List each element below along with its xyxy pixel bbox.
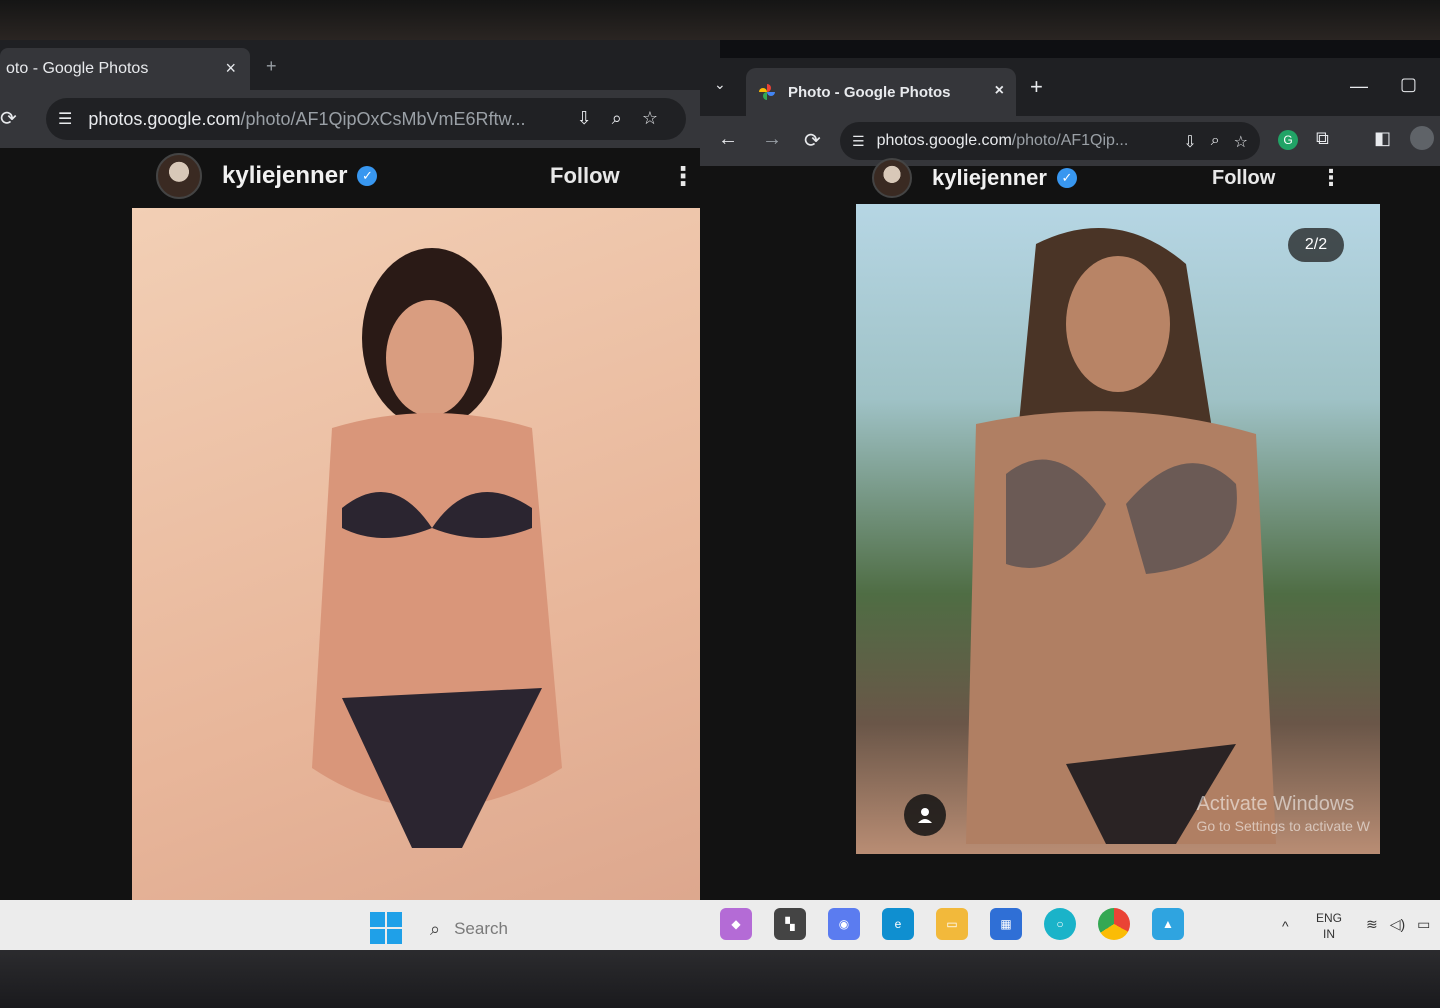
lang-code: ENG [1316,911,1343,925]
watermark-title: Activate Windows [1196,793,1355,815]
install-app-icon[interactable]: ⇩ [1183,132,1196,152]
tab-strip: oto - Google Photos × + [0,40,720,90]
username[interactable]: kyliejenner [932,165,1047,191]
activate-windows-watermark: Activate Windows Go to Settings to activ… [1196,793,1370,834]
page-content: kyliejenner ✓ Follow ⋮ 2/2 Activate Wind… [700,158,1440,958]
url-path: /photo/AF1QipOxCsMbVmE6Rftw... [240,108,526,129]
forward-arrow-icon[interactable]: → [762,128,782,151]
photos-app-icon[interactable]: ▲ [1152,908,1184,940]
url-text: photos.google.com/photo/AF1QipOxCsMbVmE6… [88,109,525,130]
google-photos-icon [759,84,775,100]
post-header: kyliejenner ✓ Follow ⋮ [872,158,1342,198]
browser-window-left: oto - Google Photos × + ⟳ ☰ photos.googl… [0,40,724,948]
back-arrow-icon[interactable]: ← [718,128,738,151]
tagged-user-icon[interactable] [904,794,946,836]
star-icon[interactable]: ☆ [642,108,658,129]
copilot-icon[interactable]: ◆ [720,908,752,940]
windows-start-icon[interactable] [370,912,402,944]
star-icon[interactable]: ☆ [1234,132,1248,152]
photo-of-screen: oto - Google Photos × + ⟳ ☰ photos.googl… [0,0,1440,1008]
tab-google-photos[interactable]: oto - Google Photos × [0,48,250,90]
tab-title: oto - Google Photos [6,60,149,77]
follow-button[interactable]: Follow [1212,167,1275,190]
browser-window-right: ⌄ Photo - Google Photos × + — ▢ ← → ⟳ ☰ [700,58,1440,958]
wifi-icon[interactable]: ≋ [1366,916,1378,933]
avatar[interactable] [872,158,912,198]
room-background [0,0,1440,40]
chevron-up-icon[interactable]: ^ [1282,918,1289,934]
url-domain: photos.google.com [876,132,1012,149]
chat-icon[interactable]: ◉ [828,908,860,940]
new-tab-button[interactable]: + [266,56,277,77]
region-code: IN [1323,927,1335,941]
tab-title: Photo - Google Photos [788,83,951,101]
chrome-icon[interactable] [1098,908,1130,940]
zoom-icon[interactable]: ⌕ [1211,132,1220,152]
monitor-bezel [0,950,1440,1008]
grammarly-extension-icon[interactable]: G [1278,130,1298,150]
address-bar[interactable]: ☰ photos.google.com/photo/AF1Qip... ⇩ ⌕ … [840,122,1260,160]
avatar[interactable] [156,153,202,199]
toolbar: ⟳ ☰ photos.google.com/photo/AF1QipOxCsMb… [0,90,720,148]
close-icon[interactable]: × [225,58,236,79]
url-path: /photo/AF1Qip... [1011,132,1129,149]
person-icon [918,808,932,823]
system-tray: ≋ ◁) ▭ [1366,916,1430,933]
microsoft-store-icon[interactable]: ▦ [990,908,1022,940]
verified-badge-icon: ✓ [1056,168,1077,188]
url-text: photos.google.com/photo/AF1Qip... [877,132,1129,150]
username[interactable]: kyliejenner [222,162,347,190]
volume-icon[interactable]: ◁) [1390,916,1405,933]
page-content: kyliejenner ✓ Follow ⋮ [0,148,724,948]
close-icon[interactable]: × [995,82,1004,100]
url-domain: photos.google.com [88,108,241,129]
tab-search-dropdown-icon[interactable]: ⌄ [714,76,726,93]
post-header: kyliejenner ✓ Follow ⋮ [156,148,696,204]
reload-icon[interactable]: ⟳ [0,106,17,131]
address-bar-actions: ⇩ ⌕ ☆ [577,108,658,129]
puzzle-icon[interactable]: ⧉ [1316,128,1329,149]
minimize-icon[interactable]: — [1350,76,1368,97]
search-placeholder: Search [454,919,508,938]
taskbar-search[interactable]: ⌕ Search [430,910,690,948]
task-view-icon[interactable]: ▚ [774,908,806,940]
new-tab-button[interactable]: + [1030,74,1043,100]
photo-placeholder [312,248,562,848]
verified-badge-icon: ✓ [357,166,378,186]
profile-avatar-icon[interactable] [1410,126,1434,150]
pinned-apps: ◆ ▚ ◉ e ▭ ▦ ○ ▲ [720,908,1184,940]
watermark-subtitle: Go to Settings to activate W [1196,818,1370,834]
language-indicator[interactable]: ENG IN [1316,910,1342,942]
tab-google-photos[interactable]: Photo - Google Photos × [746,68,1016,116]
address-bar-actions: ⇩ ⌕ ☆ [1183,132,1248,152]
side-panel-icon[interactable]: ◧ [1374,128,1391,149]
battery-icon[interactable]: ▭ [1417,916,1430,933]
cortana-icon[interactable]: ○ [1044,908,1076,940]
post-photo [132,208,724,948]
search-icon: ⌕ [430,918,441,939]
tab-strip: ⌄ Photo - Google Photos × + — ▢ [700,58,1440,116]
site-settings-icon[interactable]: ☰ [852,133,865,150]
maximize-icon[interactable]: ▢ [1400,74,1417,95]
reload-icon[interactable]: ⟳ [804,128,821,153]
edge-icon[interactable]: e [882,908,914,940]
follow-button[interactable]: Follow [550,163,620,189]
more-options-icon[interactable]: ⋮ [1320,165,1342,191]
file-explorer-icon[interactable]: ▭ [936,908,968,940]
install-app-icon[interactable]: ⇩ [577,108,592,129]
site-settings-icon[interactable]: ☰ [58,109,72,129]
zoom-icon[interactable]: ⌕ [612,108,622,129]
photo-placeholder [966,228,1276,844]
more-options-icon[interactable]: ⋮ [670,161,696,192]
carousel-counter: 2/2 [1288,228,1344,262]
post-photo: 2/2 Activate Windows Go to Settings to a… [856,204,1380,854]
